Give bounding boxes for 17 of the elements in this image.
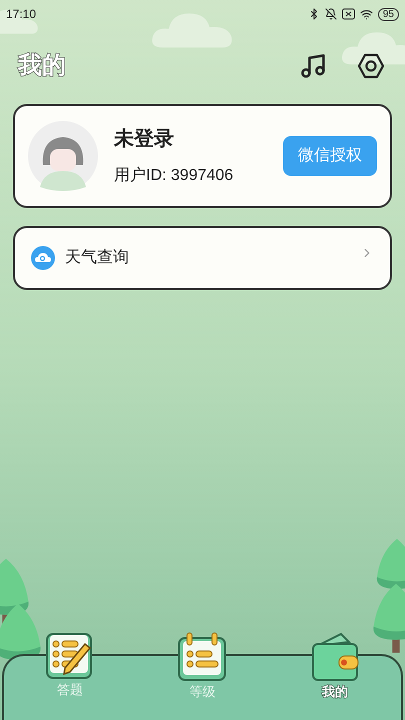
wifi-icon bbox=[360, 8, 373, 20]
cloud-search-icon bbox=[31, 246, 55, 270]
sim-icon bbox=[342, 8, 355, 20]
calendar-list-icon bbox=[177, 632, 228, 682]
battery-indicator: 95 bbox=[378, 8, 399, 20]
user-id: 用户ID: 3997406 bbox=[114, 166, 234, 186]
wechat-auth-button[interactable]: 微信授权 bbox=[283, 136, 377, 176]
bell-off-icon bbox=[324, 8, 337, 20]
menu-item[interactable]: 天气查询 bbox=[13, 226, 392, 290]
wallet-icon bbox=[310, 632, 359, 682]
tab-item[interactable]: 我的 bbox=[268, 632, 401, 720]
tab-item[interactable]: 答题 bbox=[4, 632, 136, 720]
page-title: 我的 bbox=[18, 51, 66, 81]
avatar bbox=[28, 121, 98, 191]
status-time: 17:10 bbox=[6, 6, 36, 23]
username: 未登录 bbox=[114, 127, 175, 152]
tab-item[interactable]: 等级 bbox=[136, 632, 269, 720]
